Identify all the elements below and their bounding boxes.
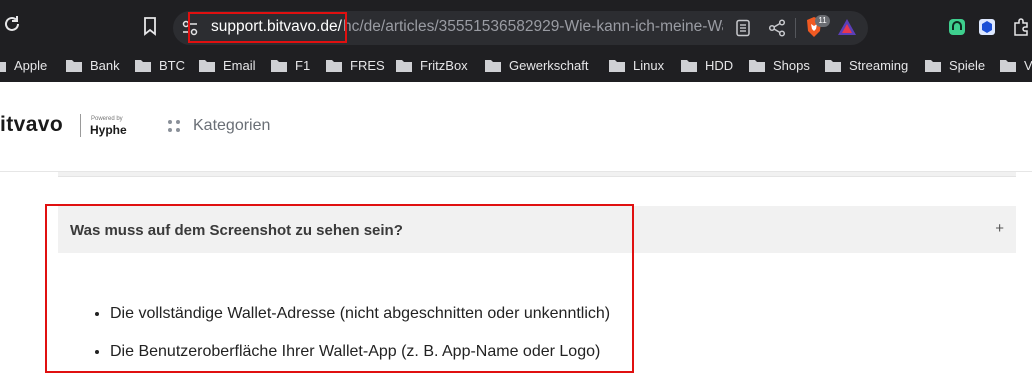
- folder-icon: [1000, 59, 1016, 72]
- bookmark-label: Gewerkschaft: [509, 57, 589, 73]
- extension-icon[interactable]: [948, 18, 966, 36]
- bookmark-label: Apple: [14, 57, 48, 73]
- brave-rewards-icon[interactable]: [837, 18, 857, 36]
- bookmark-icon[interactable]: [140, 16, 160, 36]
- folder-icon: [825, 59, 841, 72]
- bitvavo-logo[interactable]: itvavo: [0, 113, 63, 137]
- bookmark-label: F1: [295, 57, 311, 73]
- shields-count-badge: 11: [815, 15, 830, 27]
- url-path[interactable]: hc/de/articles/35551536582929-Wie-kann-i…: [343, 18, 723, 36]
- bookmark-label: V: [1024, 57, 1032, 73]
- logo-divider: [80, 114, 81, 137]
- bookmark-folder[interactable]: FritzBox: [396, 56, 468, 74]
- bookmark-label: Email: [223, 57, 256, 73]
- folder-icon: [609, 59, 625, 72]
- bookmark-folder[interactable]: Spiele: [925, 56, 985, 74]
- bookmark-label: Spiele: [949, 57, 986, 73]
- toolbar-separator: [795, 18, 796, 38]
- bookmark-folder[interactable]: FRES: [326, 56, 385, 74]
- folder-icon: [199, 59, 215, 72]
- folder-icon: [326, 59, 342, 72]
- extensions-puzzle-icon[interactable]: [1012, 18, 1030, 36]
- folder-icon: [396, 59, 412, 72]
- extension-icon[interactable]: [978, 18, 996, 36]
- bookmark-label: Streaming: [849, 57, 909, 73]
- folder-icon: [135, 59, 151, 72]
- browser-toolbar: support.bitvavo.de/ hc/de/articles/35551…: [0, 0, 1032, 48]
- bookmark-folder[interactable]: Gewerkschaft: [485, 56, 588, 74]
- hyphe-logo: Hyphe: [90, 123, 127, 137]
- bookmark-folder[interactable]: Linux: [609, 56, 664, 74]
- bookmark-folder[interactable]: Email: [199, 56, 256, 74]
- bookmark-label: HDD: [705, 57, 734, 73]
- bookmark-folder[interactable]: V: [1000, 56, 1032, 74]
- bookmark-folder[interactable]: Shops: [749, 56, 810, 74]
- bookmark-folder[interactable]: HDD: [681, 56, 733, 74]
- folder-icon: [0, 61, 6, 72]
- bookmark-label: Linux: [633, 57, 665, 73]
- folder-icon: [271, 59, 287, 72]
- powered-by-label: Powered by: [91, 116, 123, 122]
- bookmark-folder[interactable]: F1: [271, 56, 310, 74]
- url-highlight-box: [188, 12, 347, 43]
- folder-icon: [925, 59, 941, 72]
- folder-icon: [66, 59, 82, 72]
- bookmark-folder[interactable]: Apple: [0, 56, 47, 74]
- previous-accordion: [58, 172, 1016, 177]
- bookmarks-bar: Apple Bank BTC Email F1 FRES FritzBox Ge…: [0, 48, 1032, 82]
- bookmark-label: Bank: [90, 57, 120, 73]
- folder-icon: [485, 59, 501, 72]
- bookmark-label: BTC: [159, 57, 185, 73]
- bookmark-label: Shops: [773, 57, 810, 73]
- reader-mode-icon[interactable]: [735, 19, 751, 37]
- categories-grid-icon[interactable]: [167, 119, 181, 133]
- expand-plus-icon[interactable]: +: [995, 220, 1004, 237]
- categories-link[interactable]: Kategorien: [193, 117, 270, 135]
- bookmark-folder[interactable]: Bank: [66, 56, 120, 74]
- bookmark-folder[interactable]: BTC: [135, 56, 185, 74]
- folder-icon: [681, 59, 697, 72]
- folder-icon: [749, 59, 765, 72]
- reload-icon[interactable]: [2, 14, 22, 34]
- bookmark-folder[interactable]: Streaming: [825, 56, 908, 74]
- content-highlight-box: [45, 204, 634, 373]
- bookmark-label: FRES: [350, 57, 385, 73]
- share-icon[interactable]: [768, 19, 786, 37]
- bookmark-label: FritzBox: [420, 57, 468, 73]
